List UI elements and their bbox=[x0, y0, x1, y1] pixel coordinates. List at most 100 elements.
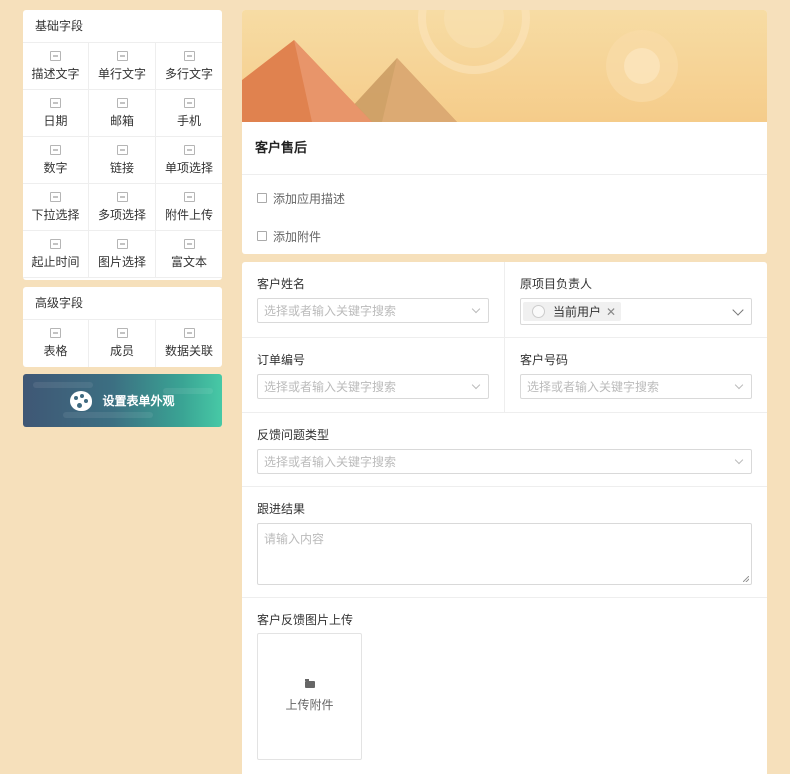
table-icon bbox=[50, 328, 61, 338]
header-banner bbox=[242, 10, 767, 122]
issue-type-label: 反馈问题类型 bbox=[257, 428, 330, 442]
field-label: 数字 bbox=[43, 161, 68, 175]
phone-icon bbox=[183, 98, 195, 108]
field-label: 下拉选择 bbox=[31, 208, 80, 222]
field-image[interactable]: 图片选择 bbox=[89, 231, 156, 278]
clock-icon bbox=[50, 239, 61, 249]
data-link-icon bbox=[183, 328, 195, 338]
add-attachment-link[interactable]: 添加附件 bbox=[242, 217, 767, 254]
add-description-label: 添加应用描述 bbox=[273, 191, 346, 206]
field-label: 手机 bbox=[176, 114, 201, 128]
field-label: 数据关联 bbox=[164, 344, 213, 358]
chevron-down-icon bbox=[732, 304, 744, 316]
field-label: 单行文字 bbox=[97, 67, 146, 81]
attachment-icon bbox=[183, 192, 195, 202]
resize-handle[interactable] bbox=[743, 576, 749, 582]
rich-text-icon bbox=[183, 239, 195, 249]
app-title[interactable]: 客户售后 bbox=[242, 122, 767, 175]
field-label: 单项选择 bbox=[164, 161, 213, 175]
order-number-field: 订单编号 选择或者输入关键字搜索 bbox=[242, 338, 504, 412]
image-upload-label: 客户反馈图片上传 bbox=[257, 613, 354, 627]
palette-icon bbox=[70, 390, 93, 411]
image-upload-field: 客户反馈图片上传 上传附件 bbox=[242, 598, 767, 760]
field-dropdown[interactable]: 下拉选择 bbox=[23, 184, 89, 231]
current-user-tag: 当前用户 ✕ bbox=[523, 302, 622, 321]
form-appearance-button[interactable]: 设置表单外观 bbox=[23, 374, 222, 427]
basic-fields-panel: 基础字段 描述文字 单行文字 多行文字 日期 邮箱 手机 数字 链接 单项选择 … bbox=[23, 10, 222, 280]
field-table[interactable]: 表格 bbox=[23, 320, 89, 367]
description-icon bbox=[50, 51, 61, 61]
field-label: 起止时间 bbox=[31, 255, 80, 269]
field-description[interactable]: 描述文字 bbox=[23, 43, 89, 90]
user-avatar-icon bbox=[532, 305, 545, 318]
field-label: 链接 bbox=[109, 161, 134, 175]
project-owner-select[interactable]: 当前用户 ✕ bbox=[520, 298, 752, 325]
customer-name-label: 客户姓名 bbox=[257, 277, 306, 291]
field-phone[interactable]: 手机 bbox=[156, 90, 222, 137]
field-date[interactable]: 日期 bbox=[23, 90, 89, 137]
issue-type-field: 反馈问题类型 选择或者输入关键字搜索 bbox=[242, 413, 767, 486]
follow-up-textarea[interactable]: 请输入内容 bbox=[257, 523, 752, 585]
basic-fields-grid: 描述文字 单行文字 多行文字 日期 邮箱 手机 数字 链接 单项选择 下拉选择 … bbox=[23, 43, 222, 278]
upload-attachment-label: 上传附件 bbox=[285, 697, 334, 712]
decor-stripe bbox=[33, 382, 93, 388]
form-card: 客户姓名 选择或者输入关键字搜索 原项目负责人 当前用户 ✕ 订单编号 选择或者… bbox=[242, 262, 767, 774]
checkbox-icon bbox=[116, 192, 128, 202]
chevron-down-icon bbox=[471, 380, 481, 390]
field-data-link[interactable]: 数据关联 bbox=[156, 320, 222, 367]
close-icon[interactable]: ✕ bbox=[606, 305, 616, 319]
order-number-select[interactable]: 选择或者输入关键字搜索 bbox=[257, 374, 489, 399]
form-row: 反馈问题类型 选择或者输入关键字搜索 bbox=[242, 413, 767, 487]
advanced-fields-panel: 高级字段 表格 成员 数据关联 bbox=[23, 287, 222, 367]
upload-attachment-button[interactable]: 上传附件 bbox=[257, 633, 362, 760]
customer-phone-placeholder: 选择或者输入关键字搜索 bbox=[527, 380, 660, 394]
single-line-text-icon bbox=[116, 51, 128, 61]
field-multi-line-text[interactable]: 多行文字 bbox=[156, 43, 222, 90]
basic-fields-title: 基础字段 bbox=[23, 10, 222, 43]
advanced-fields-title: 高级字段 bbox=[23, 287, 222, 320]
customer-phone-select[interactable]: 选择或者输入关键字搜索 bbox=[520, 374, 752, 399]
order-number-label: 订单编号 bbox=[257, 353, 306, 367]
customer-name-select[interactable]: 选择或者输入关键字搜索 bbox=[257, 298, 489, 323]
order-number-placeholder: 选择或者输入关键字搜索 bbox=[264, 380, 397, 394]
link-icon bbox=[116, 145, 128, 155]
issue-type-select[interactable]: 选择或者输入关键字搜索 bbox=[257, 449, 752, 474]
pyramid-illustration bbox=[242, 10, 678, 122]
attachment-icon bbox=[257, 231, 267, 241]
number-icon bbox=[50, 145, 61, 155]
customer-name-field: 客户姓名 选择或者输入关键字搜索 bbox=[242, 262, 504, 337]
radio-icon bbox=[183, 145, 195, 155]
form-row: 客户反馈图片上传 上传附件 bbox=[242, 598, 767, 760]
comment-icon bbox=[257, 193, 267, 203]
field-number[interactable]: 数字 bbox=[23, 137, 89, 184]
field-single-line-text[interactable]: 单行文字 bbox=[89, 43, 156, 90]
current-user-tag-label: 当前用户 bbox=[553, 305, 602, 319]
field-label: 多行文字 bbox=[164, 67, 213, 81]
field-label: 多项选择 bbox=[97, 208, 146, 222]
customer-phone-field: 客户号码 选择或者输入关键字搜索 bbox=[504, 338, 767, 412]
field-time-range[interactable]: 起止时间 bbox=[23, 231, 89, 278]
field-member[interactable]: 成员 bbox=[89, 320, 156, 367]
decor-stripe bbox=[63, 412, 153, 418]
field-label: 图片选择 bbox=[97, 255, 146, 269]
form-row: 客户姓名 选择或者输入关键字搜索 原项目负责人 当前用户 ✕ bbox=[242, 262, 767, 338]
field-link[interactable]: 链接 bbox=[89, 137, 156, 184]
chevron-down-icon bbox=[734, 380, 744, 390]
field-radio[interactable]: 单项选择 bbox=[156, 137, 222, 184]
field-attachment[interactable]: 附件上传 bbox=[156, 184, 222, 231]
folder-open-icon bbox=[304, 678, 315, 688]
field-rich-text[interactable]: 富文本 bbox=[156, 231, 222, 278]
field-label: 邮箱 bbox=[109, 114, 134, 128]
project-owner-label: 原项目负责人 bbox=[520, 277, 593, 291]
follow-up-label: 跟进结果 bbox=[257, 502, 306, 516]
field-checkbox[interactable]: 多项选择 bbox=[89, 184, 156, 231]
form-row: 跟进结果 请输入内容 bbox=[242, 487, 767, 598]
app-header-card: 客户售后 添加应用描述 添加附件 bbox=[242, 10, 767, 254]
project-owner-field: 原项目负责人 当前用户 ✕ bbox=[504, 262, 767, 337]
chevron-down-icon bbox=[471, 304, 481, 314]
field-email[interactable]: 邮箱 bbox=[89, 90, 156, 137]
add-description-link[interactable]: 添加应用描述 bbox=[242, 179, 767, 217]
field-label: 附件上传 bbox=[164, 208, 213, 222]
follow-up-field: 跟进结果 请输入内容 bbox=[242, 487, 767, 597]
member-icon bbox=[116, 328, 128, 338]
